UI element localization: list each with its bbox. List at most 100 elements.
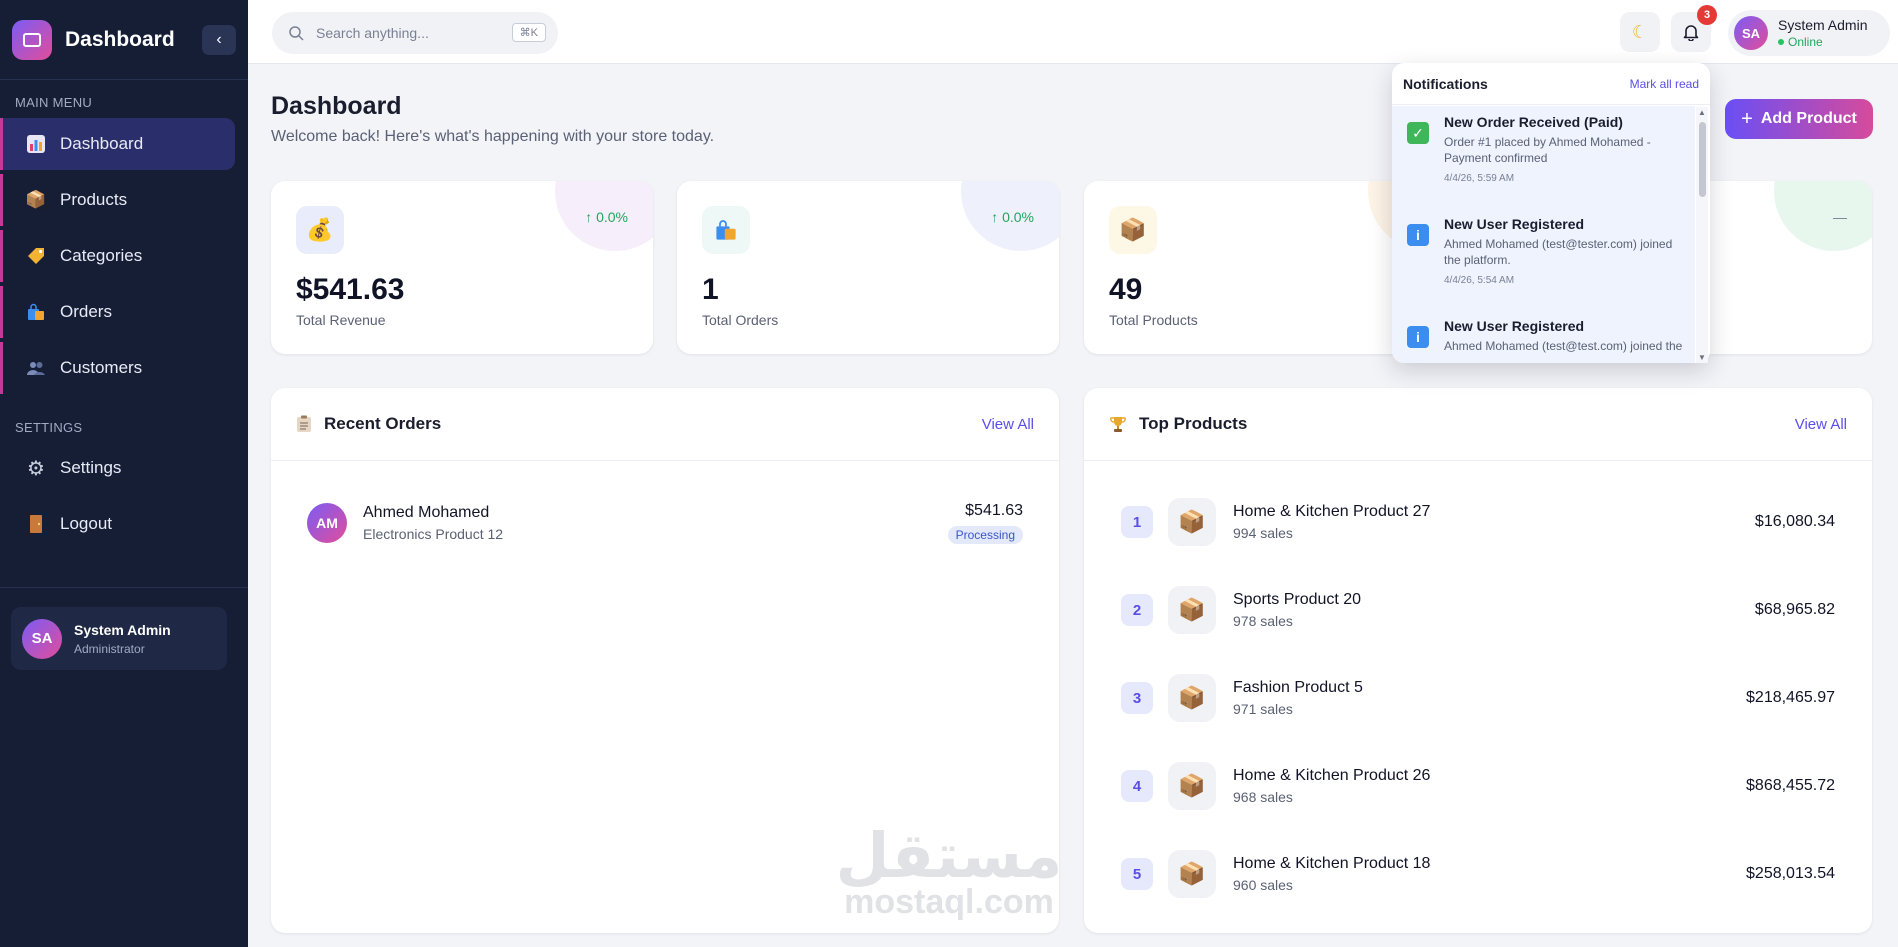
product-sales: 971 sales [1233,701,1293,717]
avatar: AM [307,503,347,543]
table-row[interactable]: AM Ahmed Mohamed Electronics Product 12 … [307,501,1023,545]
rank-badge: 1 [1121,506,1153,538]
stat-card-revenue: 💰 ↑ 0.0% $541.63 Total Revenue [271,181,653,354]
settings-section-label: SETTINGS [15,420,83,435]
card-title: Top Products [1139,414,1248,433]
product-name: Sports Product 20 [1233,591,1362,608]
notification-time: 4/4/26, 5:59 AM [1444,173,1515,184]
notification-message: Order #1 placed by Ahmed Mohamed - Payme… [1444,135,1651,165]
moon-icon: ☾ [1631,21,1649,42]
order-amount: $541.63 [965,502,1023,519]
product-sales: 994 sales [1233,525,1293,541]
scroll-up-icon[interactable]: ▲ [1698,108,1706,117]
shopping-bag-icon [25,301,47,323]
money-bag-icon: 💰 [296,206,344,254]
avatar: SA [22,618,62,659]
clipboard-icon [297,415,311,432]
plus-icon: + [1741,107,1753,130]
sidebar-item-products[interactable]: 📦 Products [0,174,235,226]
theme-toggle-button[interactable]: ☾ [1620,12,1660,52]
mark-all-read-button[interactable]: Mark all read [1630,77,1699,91]
collapse-sidebar-button[interactable]: ‹ [202,24,236,55]
watermark-latin: mostaql.com [844,883,1054,921]
stat-label: Total Products [1109,312,1198,328]
package-icon: 📦 [1109,206,1157,254]
shopping-bag-icon [702,206,750,254]
stat-value: 1 [702,273,719,306]
notifications-scrollbar[interactable]: ▲ ▼ [1696,107,1708,363]
notification-item[interactable]: ✓ New Order Received (Paid) Order #1 pla… [1392,114,1695,184]
list-item[interactable]: 5 📦 Home & Kitchen Product 18 960 sales $… [1121,849,1835,899]
user-status: Online [1778,35,1867,49]
sidebar-item-settings[interactable]: ⚙ Settings [0,442,235,494]
card-header: Top Products View All [1084,388,1872,461]
stat-value: $541.63 [296,273,405,306]
card-header: Recent Orders View All [271,388,1059,461]
scroll-thumb[interactable] [1699,122,1706,197]
product-revenue: $68,965.82 [1754,601,1835,618]
notification-count-badge: 3 [1697,5,1717,25]
list-item[interactable]: 2 📦 Sports Product 20 978 sales $68,965.8… [1121,585,1835,635]
users-icon [25,357,47,379]
product-sales: 968 sales [1233,789,1293,805]
product-sales: 960 sales [1233,877,1293,893]
sidebar-item-orders[interactable]: Orders [0,286,235,338]
sidebar-item-categories[interactable]: Categories [0,230,235,282]
header-user-name: System Admin [1778,17,1868,33]
notifications-list: ✓ New Order Received (Paid) Order #1 pla… [1392,106,1695,363]
sidebar-item-customers[interactable]: Customers [0,342,235,394]
product-revenue: $868,455.72 [1746,777,1835,794]
list-item[interactable]: 1 📦 Home & Kitchen Product 27 994 sales $… [1121,497,1835,547]
notification-title: New User Registered [1444,216,1585,232]
online-dot-icon [1778,39,1784,45]
notification-message: Ahmed Mohamed (test@test.com) joined the [1444,339,1683,353]
customer-name: Ahmed Mohamed [363,504,490,521]
product-name: Home & Kitchen Product 18 [1233,855,1431,872]
notification-item[interactable]: i New User Registered Ahmed Mohamed (tes… [1392,318,1695,354]
header-user-menu[interactable]: SA System Admin Online [1728,10,1890,56]
scroll-down-icon[interactable]: ▼ [1698,353,1706,362]
chevron-left-icon: ‹ [216,30,222,48]
avatar: SA [1734,16,1768,50]
chart-icon [25,133,47,155]
list-item[interactable]: 4 📦 Home & Kitchen Product 26 968 sales $… [1121,761,1835,811]
sidebar-user-name: System Admin [74,621,171,638]
watermark-arabic: مستقل [835,819,1063,892]
stat-change: ↑ 0.0% [585,209,628,225]
check-icon: ✓ [1407,122,1429,144]
logo-icon [12,19,52,60]
notification-item[interactable]: i New User Registered Ahmed Mohamed (tes… [1392,216,1695,286]
sidebar-user-role: Administrator [74,641,145,656]
gear-icon: ⚙ [27,457,45,480]
order-product: Electronics Product 12 [363,526,504,542]
notifications-button[interactable]: 3 [1671,5,1717,52]
product-sales: 978 sales [1233,613,1293,629]
package-icon: 📦 [25,190,47,209]
notification-title: New Order Received (Paid) [1444,114,1623,130]
page-subtitle: Welcome back! Here's what's happening wi… [271,128,715,145]
sidebar-title: Dashboard [65,27,175,51]
notifications-title: Notifications [1403,75,1488,92]
sidebar-item-label: Products [60,190,128,209]
view-all-orders-link[interactable]: View All [982,416,1034,433]
sidebar-item-dashboard[interactable]: Dashboard [0,118,235,170]
main-menu-label: MAIN MENU [15,95,93,110]
product-name: Home & Kitchen Product 27 [1233,503,1431,520]
package-icon: 📦 [1168,762,1216,810]
package-icon: 📦 [1168,586,1216,634]
watermark: مستقل mostaql.com [834,825,1064,922]
notification-title: New User Registered [1444,318,1585,334]
sidebar-header: Dashboard ‹ [0,0,248,80]
product-revenue: $218,465.97 [1746,689,1835,706]
info-icon: i [1407,326,1429,348]
list-item[interactable]: 3 📦 Fashion Product 5 971 sales $218,465.… [1121,673,1835,723]
sidebar-item-logout[interactable]: Logout [0,498,235,550]
stat-change: ↑ 0.0% [991,209,1034,225]
stat-card-orders: ↑ 0.0% 1 Total Orders [677,181,1059,354]
view-all-products-link[interactable]: View All [1795,416,1847,433]
notifications-header: Notifications Mark all read [1392,63,1710,105]
add-product-button[interactable]: + Add Product [1725,99,1873,139]
search-input[interactable]: Search anything... ⌘K [272,12,558,54]
decorative-circle [1774,181,1872,251]
sidebar-user-card[interactable]: SA System Admin Administrator [11,607,227,670]
